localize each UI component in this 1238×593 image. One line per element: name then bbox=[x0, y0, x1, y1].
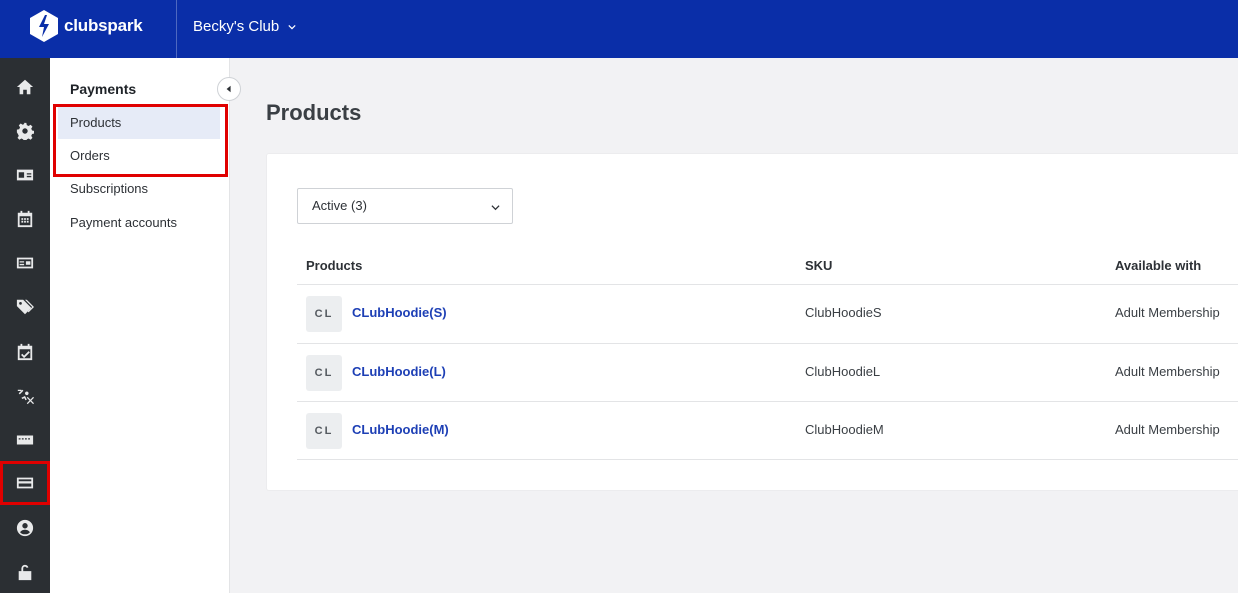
table-row: CL CLubHoodie(L) ClubHoodieL Adult Membe… bbox=[297, 343, 1238, 402]
product-link[interactable]: CLubHoodie(L) bbox=[352, 364, 446, 379]
calendar-check-icon bbox=[17, 343, 33, 361]
rail-payments[interactable] bbox=[0, 461, 50, 505]
subnav-item-subscriptions[interactable]: Subscriptions bbox=[58, 173, 220, 205]
chevron-down-icon bbox=[288, 24, 296, 29]
coaching-icon bbox=[17, 389, 34, 405]
status-filter-value: Active (3) bbox=[312, 198, 367, 213]
lightning-logo-icon bbox=[30, 10, 58, 42]
collapse-sidebar-button[interactable] bbox=[217, 77, 241, 101]
column-header-sku: SKU bbox=[805, 258, 833, 273]
product-sku: ClubHoodieL bbox=[805, 364, 881, 379]
product-availability: Adult Membership bbox=[1115, 364, 1220, 379]
credit-card-icon bbox=[16, 477, 34, 489]
rail-contacts[interactable] bbox=[0, 241, 50, 285]
rail-account[interactable] bbox=[0, 506, 50, 550]
rail-home[interactable] bbox=[0, 65, 50, 109]
product-thumbnail: CL bbox=[306, 413, 342, 449]
rail-calendar[interactable] bbox=[0, 197, 50, 241]
chevron-down-icon bbox=[491, 205, 500, 211]
column-header-products: Products bbox=[306, 258, 363, 273]
user-circle-icon bbox=[16, 519, 34, 537]
subnav-title: Payments bbox=[70, 81, 137, 97]
rail-logout[interactable] bbox=[0, 550, 50, 593]
subnav-item-payment-accounts[interactable]: Payment accounts bbox=[58, 207, 220, 239]
product-thumbnail: CL bbox=[306, 355, 342, 391]
icon-rail bbox=[0, 58, 50, 593]
subnav-item-products[interactable]: Products bbox=[58, 107, 220, 139]
top-bar: clubspark Becky's Club bbox=[0, 0, 1238, 58]
caret-left-icon bbox=[226, 85, 231, 93]
rail-members[interactable] bbox=[0, 153, 50, 197]
rail-tickets[interactable] bbox=[0, 418, 50, 462]
status-filter-select[interactable]: Active (3) bbox=[297, 188, 513, 224]
home-icon bbox=[16, 79, 34, 95]
rail-tags[interactable] bbox=[0, 285, 50, 329]
unlock-icon bbox=[18, 564, 32, 581]
product-link[interactable]: CLubHoodie(M) bbox=[352, 422, 449, 437]
page-title: Products bbox=[266, 100, 362, 125]
payments-subnav: Payments Products Orders Subscriptions P… bbox=[50, 58, 230, 593]
calendar-icon bbox=[17, 210, 33, 228]
product-link[interactable]: CLubHoodie(S) bbox=[352, 305, 447, 320]
table-row: CL CLubHoodie(S) ClubHoodieS Adult Membe… bbox=[297, 284, 1238, 343]
column-header-available-with: Available with bbox=[1115, 258, 1202, 273]
id-card-icon bbox=[16, 169, 34, 181]
product-sku: ClubHoodieM bbox=[805, 422, 884, 437]
product-sku: ClubHoodieS bbox=[805, 305, 882, 320]
subnav-item-orders[interactable]: Orders bbox=[58, 140, 220, 172]
product-availability: Adult Membership bbox=[1115, 422, 1220, 437]
clubspark-logo[interactable]: clubspark bbox=[30, 10, 143, 42]
table-row: CL CLubHoodie(M) ClubHoodieM Adult Membe… bbox=[297, 401, 1238, 460]
header-divider bbox=[176, 0, 177, 58]
contact-card-icon bbox=[16, 257, 34, 269]
product-availability: Adult Membership bbox=[1115, 305, 1220, 320]
products-card: Active (3) Products SKU Available with C… bbox=[267, 154, 1238, 490]
product-thumbnail: CL bbox=[306, 296, 342, 332]
brand-name: clubspark bbox=[64, 16, 143, 35]
rail-events[interactable] bbox=[0, 330, 50, 374]
tags-icon bbox=[16, 299, 34, 315]
club-switcher[interactable]: Becky's Club bbox=[193, 18, 296, 35]
rail-coaching[interactable] bbox=[0, 374, 50, 418]
rail-settings[interactable] bbox=[0, 109, 50, 153]
ticket-icon bbox=[16, 435, 34, 445]
gear-icon bbox=[16, 122, 34, 140]
club-name: Becky's Club bbox=[193, 18, 280, 35]
